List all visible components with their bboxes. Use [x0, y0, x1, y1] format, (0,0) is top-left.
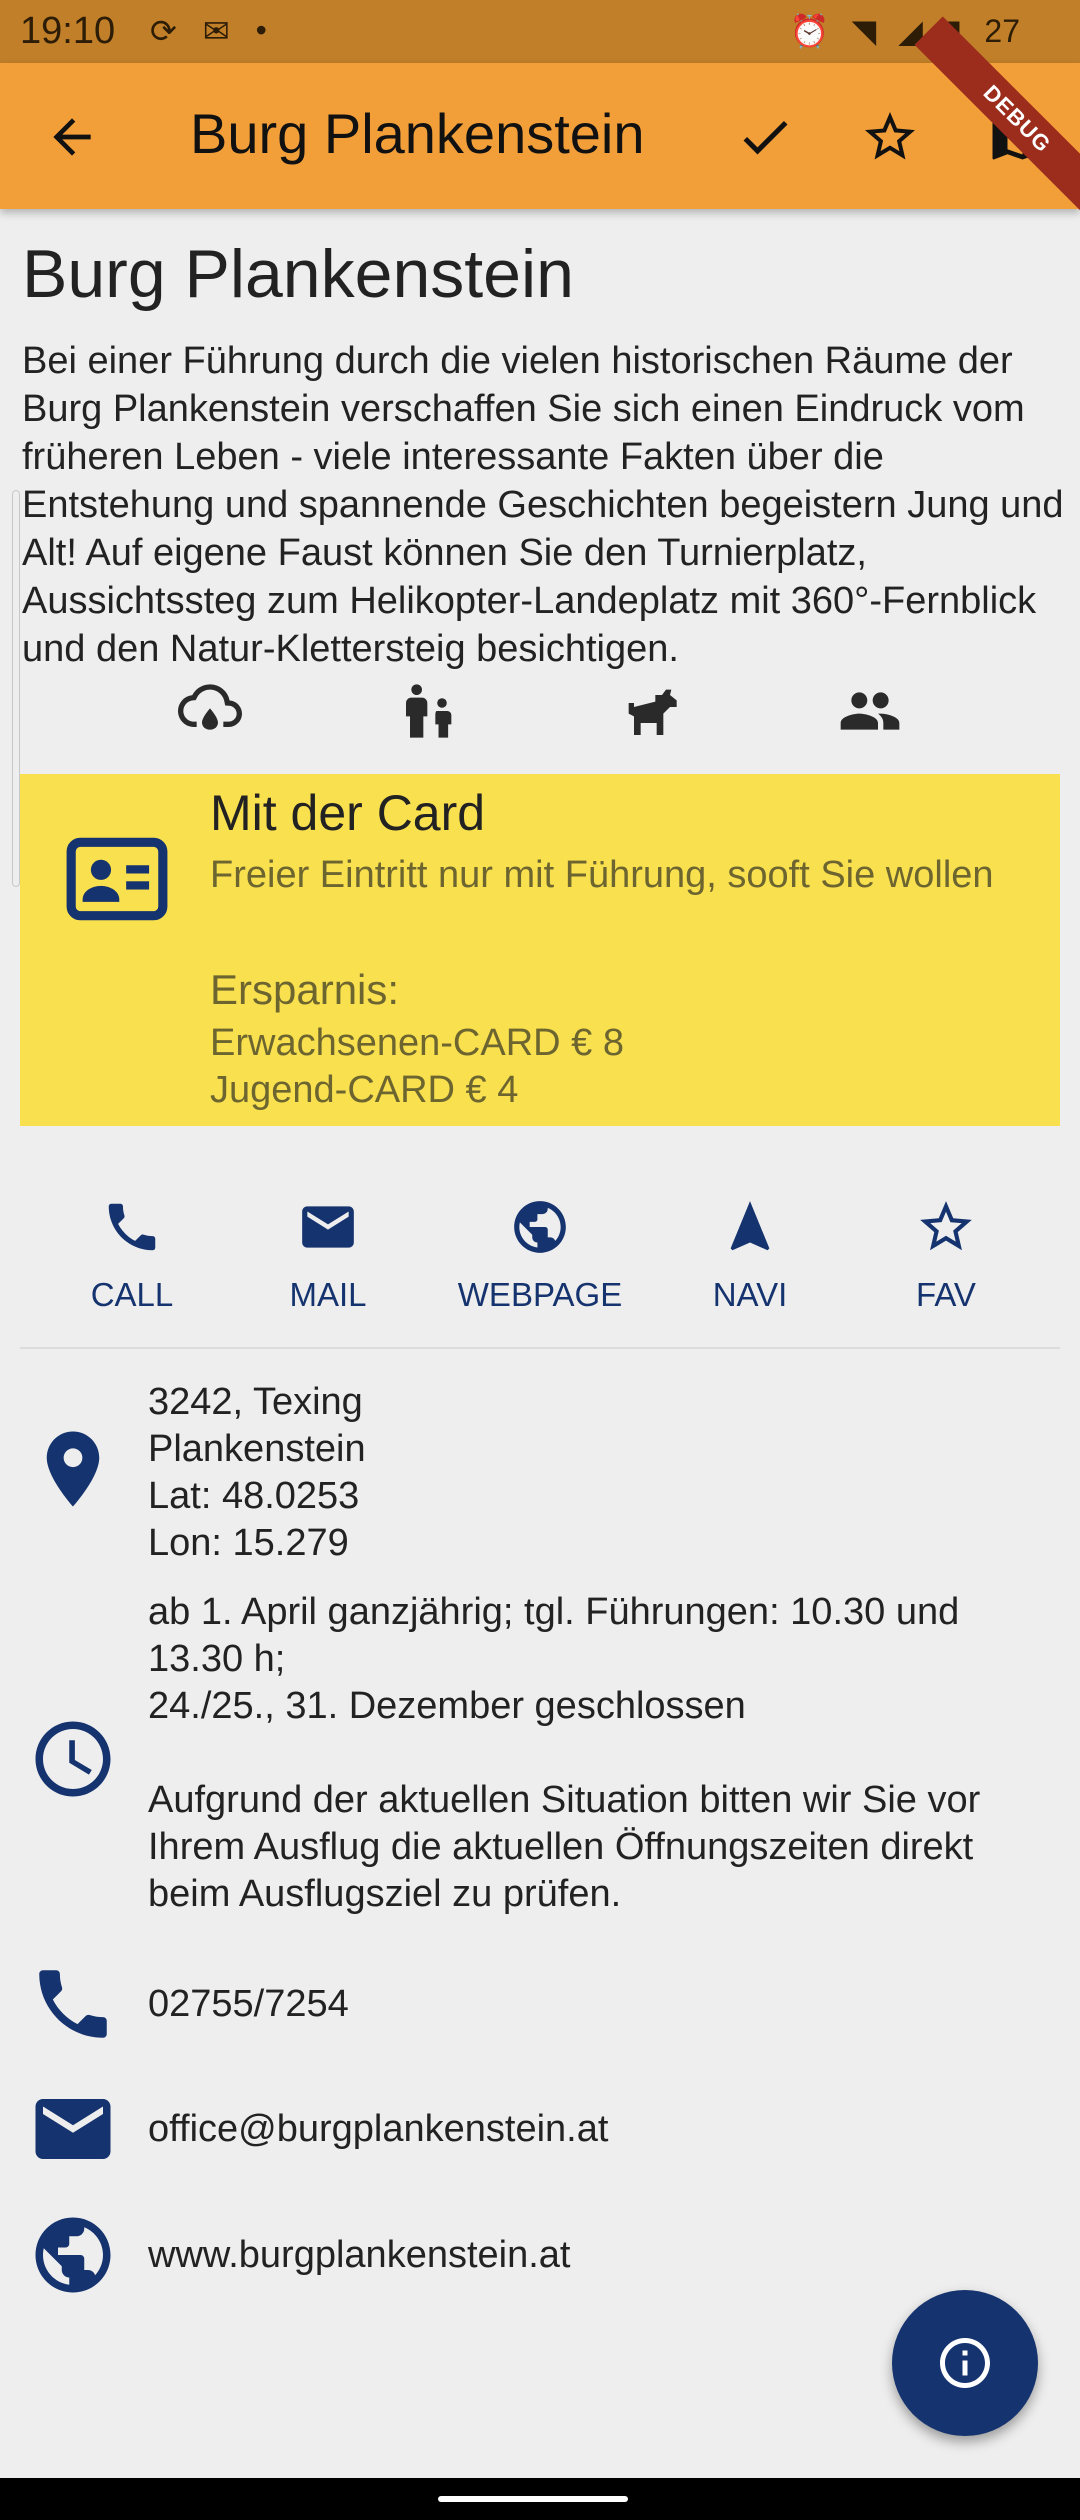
- phone-icon: [108, 1203, 156, 1251]
- card-title: Mit der Card: [210, 785, 486, 841]
- location-pin-icon: [46, 1431, 100, 1507]
- dog-icon: [628, 689, 677, 735]
- savings-title: Ersparnis:: [210, 966, 400, 1013]
- weather-icon: [178, 684, 242, 730]
- app-bar: Burg Plankenstein DEBUG: [0, 16, 1080, 222]
- fav-label: FAV: [916, 1276, 976, 1313]
- webpage-button[interactable]: WEBPAGE: [450, 1184, 630, 1334]
- app-bar-title: Burg Plankenstein: [190, 102, 645, 165]
- mail-notification-icon: ✉: [202, 13, 230, 49]
- check-icon[interactable]: [735, 107, 795, 167]
- hours-line: 24./25., 31. Dezember geschlossen: [148, 1685, 746, 1727]
- wifi-icon: ◥: [851, 13, 877, 49]
- system-icons: ⏰ ◥ ◢ ▮ 27: [790, 12, 1020, 50]
- mail-icon: [302, 1206, 354, 1248]
- status-bar: 19:10 ⟳ ✉ • ⏰ ◥ ◢ ▮ 27: [0, 0, 1080, 63]
- card-subtitle: Freier Eintritt nur mit Führung, sooft S…: [210, 854, 994, 896]
- navigation-icon: [730, 1201, 770, 1251]
- clock-icon: [35, 1721, 111, 1797]
- navi-button[interactable]: NAVI: [660, 1184, 840, 1334]
- home-gesture-handle[interactable]: [438, 2496, 628, 2502]
- star-outline-icon[interactable]: [860, 107, 920, 167]
- info-icon: [940, 2338, 990, 2388]
- mail-button[interactable]: MAIL: [238, 1184, 418, 1334]
- divider: [20, 1347, 1060, 1349]
- alarm-icon: ⏰: [789, 13, 830, 49]
- dot-icon: •: [255, 12, 267, 48]
- savings-line: Erwachsenen-CARD € 8: [210, 1022, 624, 1064]
- action-bar: CALL MAIL WEBPAGE NAVI FAV: [0, 1184, 1080, 1334]
- system-navigation-bar: [0, 2478, 1080, 2520]
- sync-icon: ⟳: [150, 13, 177, 49]
- hours-spacer: [148, 1730, 1028, 1777]
- webpage-label: WEBPAGE: [457, 1276, 623, 1313]
- email-address[interactable]: office@burgplankenstein.at: [148, 2106, 608, 2153]
- star-icon: [920, 1201, 972, 1251]
- id-card-icon: [66, 837, 168, 921]
- mail-icon: [35, 2099, 111, 2159]
- website-url[interactable]: www.burgplankenstein.at: [148, 2232, 570, 2279]
- savings-line: Jugend-CARD € 4: [210, 1069, 519, 1111]
- hours-line: ab 1. April ganzjährig; tgl. Führungen: …: [148, 1591, 960, 1680]
- address-text: 3242, Texing Plankenstein Lat: 48.0253 L…: [148, 1379, 366, 1567]
- globe-icon: [514, 1201, 566, 1253]
- card-benefit-box: Mit der Card Freier Eintritt nur mit Füh…: [20, 774, 1060, 1126]
- website-row[interactable]: www.burgplankenstein.at: [0, 2205, 1080, 2305]
- call-button[interactable]: CALL: [42, 1184, 222, 1334]
- latitude: Lat: 48.0253: [148, 1475, 360, 1517]
- longitude: Lon: 15.279: [148, 1522, 349, 1564]
- globe-icon: [35, 2217, 111, 2293]
- address-line: 3242, Texing: [148, 1381, 363, 1423]
- phone-row[interactable]: 02755/7254: [0, 1954, 1080, 2054]
- family-icon: [406, 684, 452, 738]
- opening-hours-row: ab 1. April ganzjährig; tgl. Führungen: …: [0, 1589, 1080, 1919]
- fav-button[interactable]: FAV: [856, 1184, 1036, 1334]
- notification-icons: ⟳ ✉ •: [150, 12, 267, 50]
- info-fab-button[interactable]: [892, 2290, 1038, 2436]
- back-arrow-icon[interactable]: [44, 109, 100, 165]
- hours-note: Aufgrund der aktuellen Situation bitten …: [148, 1779, 981, 1915]
- hours-text: ab 1. April ganzjährig; tgl. Führungen: …: [148, 1589, 1028, 1918]
- poi-title: Burg Plankenstein: [22, 236, 574, 312]
- call-label: CALL: [90, 1276, 174, 1313]
- address-line: Plankenstein: [148, 1428, 366, 1470]
- status-time: 19:10: [20, 10, 116, 52]
- phone-icon: [39, 1970, 107, 2038]
- mail-label: MAIL: [289, 1276, 367, 1313]
- phone-number[interactable]: 02755/7254: [148, 1981, 349, 2028]
- email-row[interactable]: office@burgplankenstein.at: [0, 2079, 1080, 2179]
- poi-description: Bei einer Führung durch die vielen histo…: [22, 340, 1064, 670]
- navi-label: NAVI: [712, 1276, 788, 1313]
- feature-icons: [0, 679, 1080, 749]
- group-icon: [840, 692, 900, 730]
- address-row[interactable]: 3242, Texing Plankenstein Lat: 48.0253 L…: [0, 1379, 1080, 1579]
- battery-percent: 27: [984, 12, 1020, 49]
- savings-values: Erwachsenen-CARD € 8 Jugend-CARD € 4: [210, 1020, 624, 1114]
